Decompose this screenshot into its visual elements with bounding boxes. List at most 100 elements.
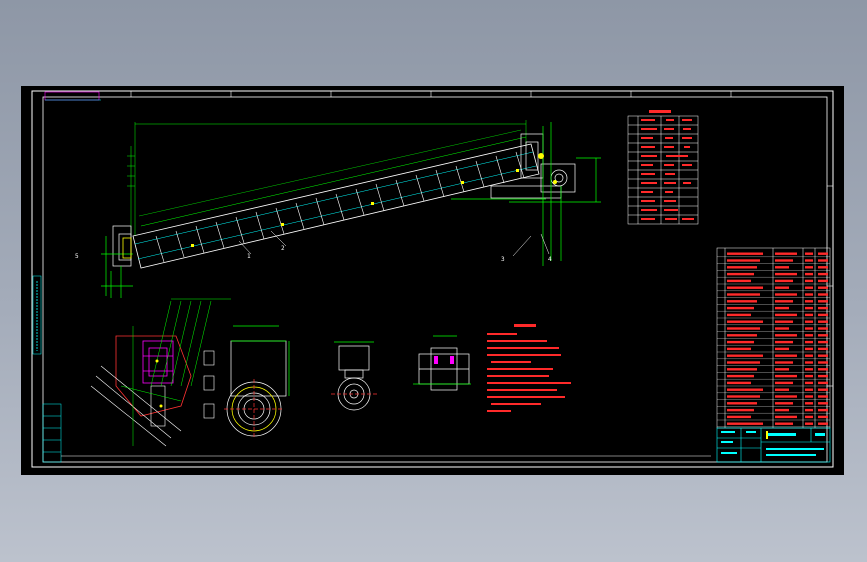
- parts-row-text: [775, 402, 793, 405]
- parts-row-text: [818, 368, 828, 371]
- parts-row-text: [818, 272, 828, 276]
- parts-row-text: [805, 252, 813, 255]
- revision-block: [42, 403, 62, 463]
- parts-row-text: [775, 286, 789, 289]
- parts-row-text: [727, 408, 754, 412]
- parts-row-text: [775, 388, 789, 391]
- parts-row-text: [805, 272, 813, 276]
- parts-row-text: [805, 279, 813, 283]
- parts-row-text: [775, 374, 797, 378]
- callout-3: 3: [501, 256, 505, 263]
- callout-5: 5: [75, 253, 79, 260]
- parts-row-text: [727, 361, 760, 364]
- parts-row-text: [805, 408, 813, 412]
- parts-row-text: [775, 300, 793, 303]
- parts-row-text: [775, 415, 797, 419]
- auger-conveyor-drawing: 1 2 3 4 5: [31, 90, 834, 468]
- parts-row-text: [818, 374, 828, 378]
- bracket-view: [331, 341, 377, 411]
- sheet-outer-frame: [31, 90, 834, 468]
- parts-row-text: [727, 388, 763, 391]
- parts-row-text: [805, 361, 813, 364]
- parts-row-text: [805, 374, 813, 378]
- parts-row-text: [818, 361, 828, 364]
- parts-row-text: [727, 381, 751, 385]
- parts-row-text: [727, 272, 754, 276]
- parts-row-text: [775, 408, 789, 412]
- parts-row-text: [818, 408, 828, 412]
- parts-row-text: [727, 402, 757, 405]
- screw-flights: [155, 151, 525, 263]
- parts-row-text: [805, 381, 813, 385]
- callout-4: 4: [548, 256, 552, 263]
- tech-table-text: [641, 110, 694, 220]
- parts-row-text: [775, 354, 797, 357]
- parts-row-text: [775, 381, 793, 385]
- parts-row-text: [727, 313, 751, 317]
- parts-row-text: [818, 327, 828, 330]
- parts-row-text: [818, 286, 828, 289]
- parts-row-text: [775, 259, 793, 262]
- parts-row-text: [818, 415, 828, 419]
- parts-row-text: [727, 300, 757, 303]
- parts-row-text: [775, 320, 793, 323]
- parts-row-text: [727, 259, 760, 262]
- parts-row-text: [727, 320, 763, 323]
- head-drive: [451, 122, 601, 266]
- parts-row-text: [727, 395, 760, 398]
- parts-row-text: [727, 327, 760, 330]
- parts-row-text: [818, 347, 828, 351]
- title-block-text: [721, 431, 825, 456]
- tail-end: [101, 225, 133, 298]
- parts-row-text: [775, 272, 797, 276]
- parts-row-text: [818, 381, 828, 385]
- tech-parameter-table: [627, 115, 699, 225]
- parts-row-text: [805, 306, 813, 310]
- parts-row-text: [805, 395, 813, 398]
- bearing-housing-view: [224, 325, 290, 439]
- parts-row-text: [775, 395, 797, 398]
- small-part-views: [203, 350, 215, 419]
- parts-row-text: [727, 340, 754, 344]
- parts-row-text: [805, 320, 813, 323]
- parts-row-text: [818, 266, 828, 269]
- parts-row-text: [818, 388, 828, 391]
- parts-row-text: [775, 361, 793, 364]
- parts-row-text: [818, 402, 828, 405]
- parts-row-text: [805, 388, 813, 391]
- parts-row-text: [775, 334, 797, 337]
- parts-row-text: [818, 252, 828, 255]
- parts-row-text: [805, 327, 813, 330]
- top-left-stamp: [44, 91, 101, 101]
- parts-row-text: [775, 252, 797, 255]
- parts-row-text: [805, 300, 813, 303]
- parts-row-text: [727, 422, 763, 425]
- cad-viewport[interactable]: 1 2 3 4 5: [21, 86, 844, 475]
- callout-2: 2: [281, 245, 285, 252]
- parts-row-text: [818, 395, 828, 398]
- parts-row-text: [775, 313, 797, 317]
- parts-row-text: [818, 340, 828, 344]
- parts-row-text: [818, 306, 828, 310]
- flange-section-view: [413, 335, 471, 391]
- parts-row-text: [818, 279, 828, 283]
- parts-row-text: [727, 293, 760, 296]
- parts-row-text: [818, 300, 828, 303]
- parts-row-text: [805, 293, 813, 296]
- parts-row-text: [818, 320, 828, 323]
- parts-row-text: [727, 347, 751, 351]
- parts-row-text: [775, 293, 797, 296]
- parts-row-text: [775, 327, 789, 330]
- parts-row-text: [775, 422, 793, 425]
- parts-row-text: [727, 266, 757, 269]
- technical-notes: [487, 324, 571, 412]
- parts-row-text: [727, 279, 751, 283]
- parts-row-text: [818, 259, 828, 262]
- parts-row-text: [727, 306, 754, 310]
- parts-row-text: [805, 422, 813, 425]
- parts-row-text: [775, 266, 789, 269]
- conveyor-tube: [132, 143, 540, 269]
- parts-row-text: [805, 286, 813, 289]
- parts-row-text: [805, 402, 813, 405]
- parts-row-text: [727, 415, 751, 419]
